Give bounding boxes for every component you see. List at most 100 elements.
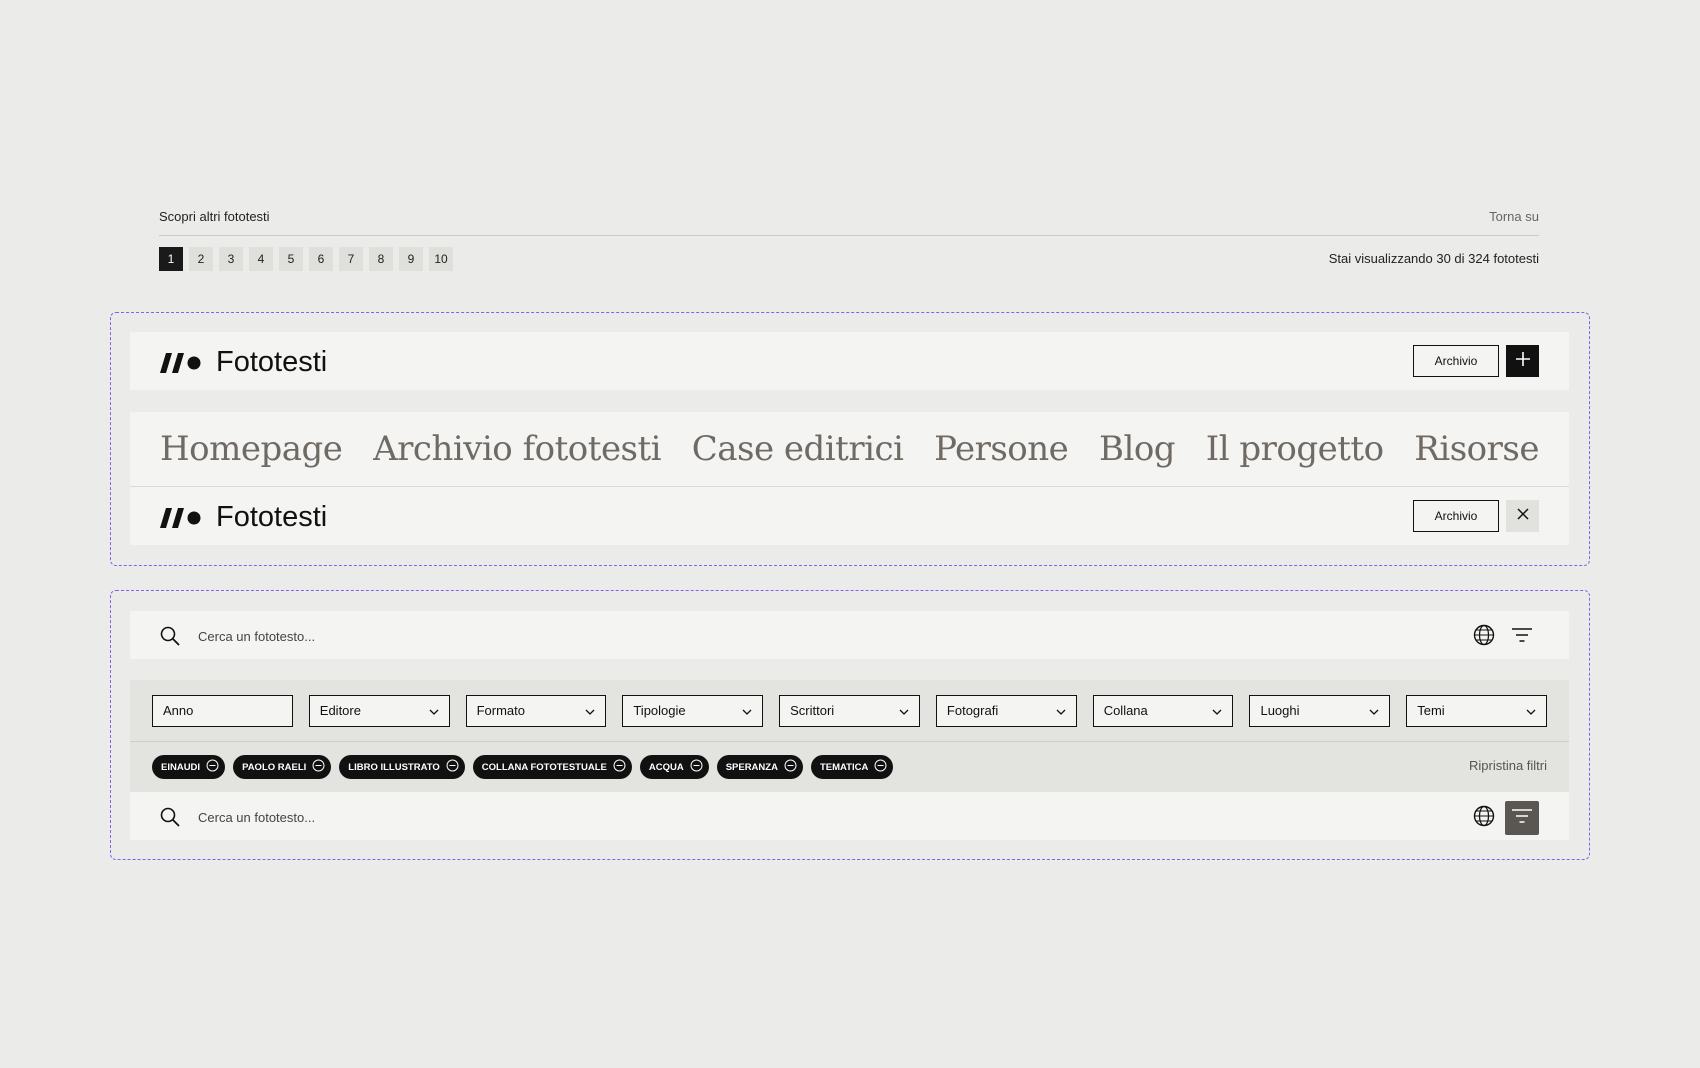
chip-label: COLLANA FOTOTESTUALE bbox=[481, 761, 607, 773]
page-button-4[interactable]: 4 bbox=[249, 247, 273, 271]
search-bar-expanded bbox=[130, 792, 1569, 840]
filter-label: Anno bbox=[163, 703, 194, 718]
filter-field-anno[interactable]: Anno bbox=[152, 694, 293, 727]
filter-label: Tipologie bbox=[633, 703, 686, 718]
globe-icon[interactable] bbox=[1473, 805, 1495, 832]
filter-label: Formato bbox=[476, 703, 525, 718]
filter-icon bbox=[1512, 808, 1532, 828]
open-menu-button[interactable] bbox=[1506, 345, 1539, 377]
remove-chip-icon[interactable] bbox=[312, 759, 325, 775]
brand-logo[interactable]: Fototesti bbox=[160, 346, 327, 379]
chevron-down-icon bbox=[1526, 703, 1536, 718]
filter-dropdown-temi[interactable]: Temi bbox=[1406, 694, 1548, 727]
chevron-down-icon bbox=[899, 703, 909, 718]
page-button-3[interactable]: 3 bbox=[219, 247, 243, 271]
filter-chip-libro-illustrato[interactable]: LIBRO ILLUSTRATO bbox=[339, 755, 465, 779]
remove-chip-icon[interactable] bbox=[446, 759, 459, 775]
filter-dropdown-tipologie[interactable]: Tipologie bbox=[622, 694, 764, 727]
filter-icon bbox=[1512, 627, 1532, 647]
remove-chip-icon[interactable] bbox=[690, 759, 703, 775]
header-bar-open: Homepage Archivio fototesti Case editric… bbox=[130, 412, 1569, 545]
back-to-top-link[interactable]: Torna su bbox=[1489, 209, 1539, 224]
chip-label: EINAUDI bbox=[161, 761, 201, 773]
filter-label: Collana bbox=[1103, 703, 1148, 718]
chevron-down-icon bbox=[742, 703, 752, 718]
filter-dropdown-collana[interactable]: Collana bbox=[1092, 694, 1234, 727]
filter-chip-acqua[interactable]: ACQUA bbox=[639, 755, 709, 779]
filter-fields-row: Anno Editore Formato Tipologie Scrittori… bbox=[130, 680, 1569, 742]
chevron-down-icon bbox=[429, 703, 439, 718]
reset-filters-link[interactable]: Ripristina filtri bbox=[1469, 758, 1547, 773]
chip-label: ACQUA bbox=[648, 761, 684, 773]
menu-item-persone[interactable]: Persone bbox=[934, 429, 1069, 469]
filter-label: Editore bbox=[319, 703, 361, 718]
brand-name: Fototesti bbox=[216, 346, 328, 378]
remove-chip-icon[interactable] bbox=[206, 759, 219, 775]
search-input[interactable] bbox=[196, 621, 1100, 651]
brand-logo[interactable]: Fototesti bbox=[160, 501, 327, 534]
chip-label: PAOLO RAELI bbox=[242, 761, 307, 773]
brand-mark-icon bbox=[160, 352, 202, 373]
search-bar-collapsed bbox=[130, 611, 1569, 659]
chip-label: TEMATICA bbox=[819, 761, 869, 773]
filter-dropdown-scrittori[interactable]: Scrittori bbox=[779, 694, 920, 727]
pagination-header: Scopri altri fototesti Torna su bbox=[159, 207, 1539, 236]
page-button-2[interactable]: 2 bbox=[189, 247, 213, 271]
header-bar-open-top: Fototesti Archivio bbox=[130, 487, 1569, 545]
search-icon bbox=[160, 807, 180, 832]
pagination-title: Scopri altri fototesti bbox=[159, 209, 270, 224]
filter-chip-einaudi[interactable]: EINAUDI bbox=[152, 755, 226, 779]
archive-button[interactable]: Archivio bbox=[1413, 345, 1499, 377]
filter-chip-paolo-raeli[interactable]: PAOLO RAELI bbox=[233, 755, 332, 779]
chevron-down-icon bbox=[1056, 703, 1066, 718]
page-button-6[interactable]: 6 bbox=[309, 247, 333, 271]
menu-item-risorse[interactable]: Risorse bbox=[1414, 429, 1539, 469]
filters-panel: Anno Editore Formato Tipologie Scrittori… bbox=[130, 680, 1569, 840]
chevron-down-icon bbox=[1369, 703, 1379, 718]
page-button-5[interactable]: 5 bbox=[279, 247, 303, 271]
page-button-1[interactable]: 1 bbox=[159, 247, 183, 271]
pagination: 1 2 3 4 5 6 7 8 9 10 bbox=[159, 247, 453, 271]
search-icon bbox=[160, 626, 180, 651]
filter-dropdown-luoghi[interactable]: Luoghi bbox=[1249, 694, 1391, 727]
plus-icon bbox=[1515, 351, 1530, 371]
chevron-down-icon bbox=[1212, 703, 1222, 718]
filter-label: Scrittori bbox=[790, 703, 835, 718]
filter-dropdown-formato[interactable]: Formato bbox=[465, 694, 607, 727]
filter-label: Fotografi bbox=[946, 703, 999, 718]
menu-item-blog[interactable]: Blog bbox=[1099, 429, 1176, 469]
close-icon bbox=[1516, 507, 1529, 525]
page-button-8[interactable]: 8 bbox=[369, 247, 393, 271]
filter-chip-speranza[interactable]: SPERANZA bbox=[716, 755, 803, 779]
page-button-9[interactable]: 9 bbox=[399, 247, 423, 271]
brand-mark-icon bbox=[160, 507, 202, 528]
filter-dropdown-fotografi[interactable]: Fotografi bbox=[935, 694, 1077, 727]
filter-chip-tematica[interactable]: TEMATICA bbox=[810, 755, 894, 779]
chevron-down-icon bbox=[585, 703, 595, 718]
filter-dropdown-editore[interactable]: Editore bbox=[308, 694, 450, 727]
close-menu-button[interactable] bbox=[1506, 500, 1539, 532]
remove-chip-icon[interactable] bbox=[784, 759, 797, 775]
menu-item-progetto[interactable]: Il progetto bbox=[1206, 429, 1384, 469]
remove-chip-icon[interactable] bbox=[874, 759, 887, 775]
page-button-10[interactable]: 10 bbox=[429, 247, 453, 271]
page-button-7[interactable]: 7 bbox=[339, 247, 363, 271]
remove-chip-icon[interactable] bbox=[613, 759, 626, 775]
filter-label: Temi bbox=[1417, 703, 1445, 718]
filter-chip-collana-fototestuale[interactable]: COLLANA FOTOTESTUALE bbox=[472, 755, 632, 779]
search-input[interactable] bbox=[196, 802, 1100, 832]
archive-button[interactable]: Archivio bbox=[1413, 500, 1499, 532]
menu-item-case-editrici[interactable]: Case editrici bbox=[692, 429, 904, 469]
menu-item-homepage[interactable]: Homepage bbox=[160, 429, 343, 469]
globe-icon[interactable] bbox=[1473, 624, 1495, 651]
chip-label: SPERANZA bbox=[725, 761, 778, 773]
filter-toggle-button[interactable] bbox=[1505, 620, 1539, 654]
filter-toggle-button-active[interactable] bbox=[1505, 801, 1539, 835]
active-filters-row: EINAUDI PAOLO RAELI LIBRO ILLUSTRATO COL… bbox=[130, 742, 1569, 792]
main-menu: Homepage Archivio fototesti Case editric… bbox=[130, 412, 1569, 487]
menu-item-archivio[interactable]: Archivio fototesti bbox=[373, 429, 661, 469]
filter-label: Luoghi bbox=[1260, 703, 1300, 718]
chip-label: LIBRO ILLUSTRATO bbox=[348, 761, 440, 773]
header-bar-closed: Fototesti Archivio bbox=[130, 332, 1569, 390]
brand-name: Fototesti bbox=[216, 501, 328, 533]
